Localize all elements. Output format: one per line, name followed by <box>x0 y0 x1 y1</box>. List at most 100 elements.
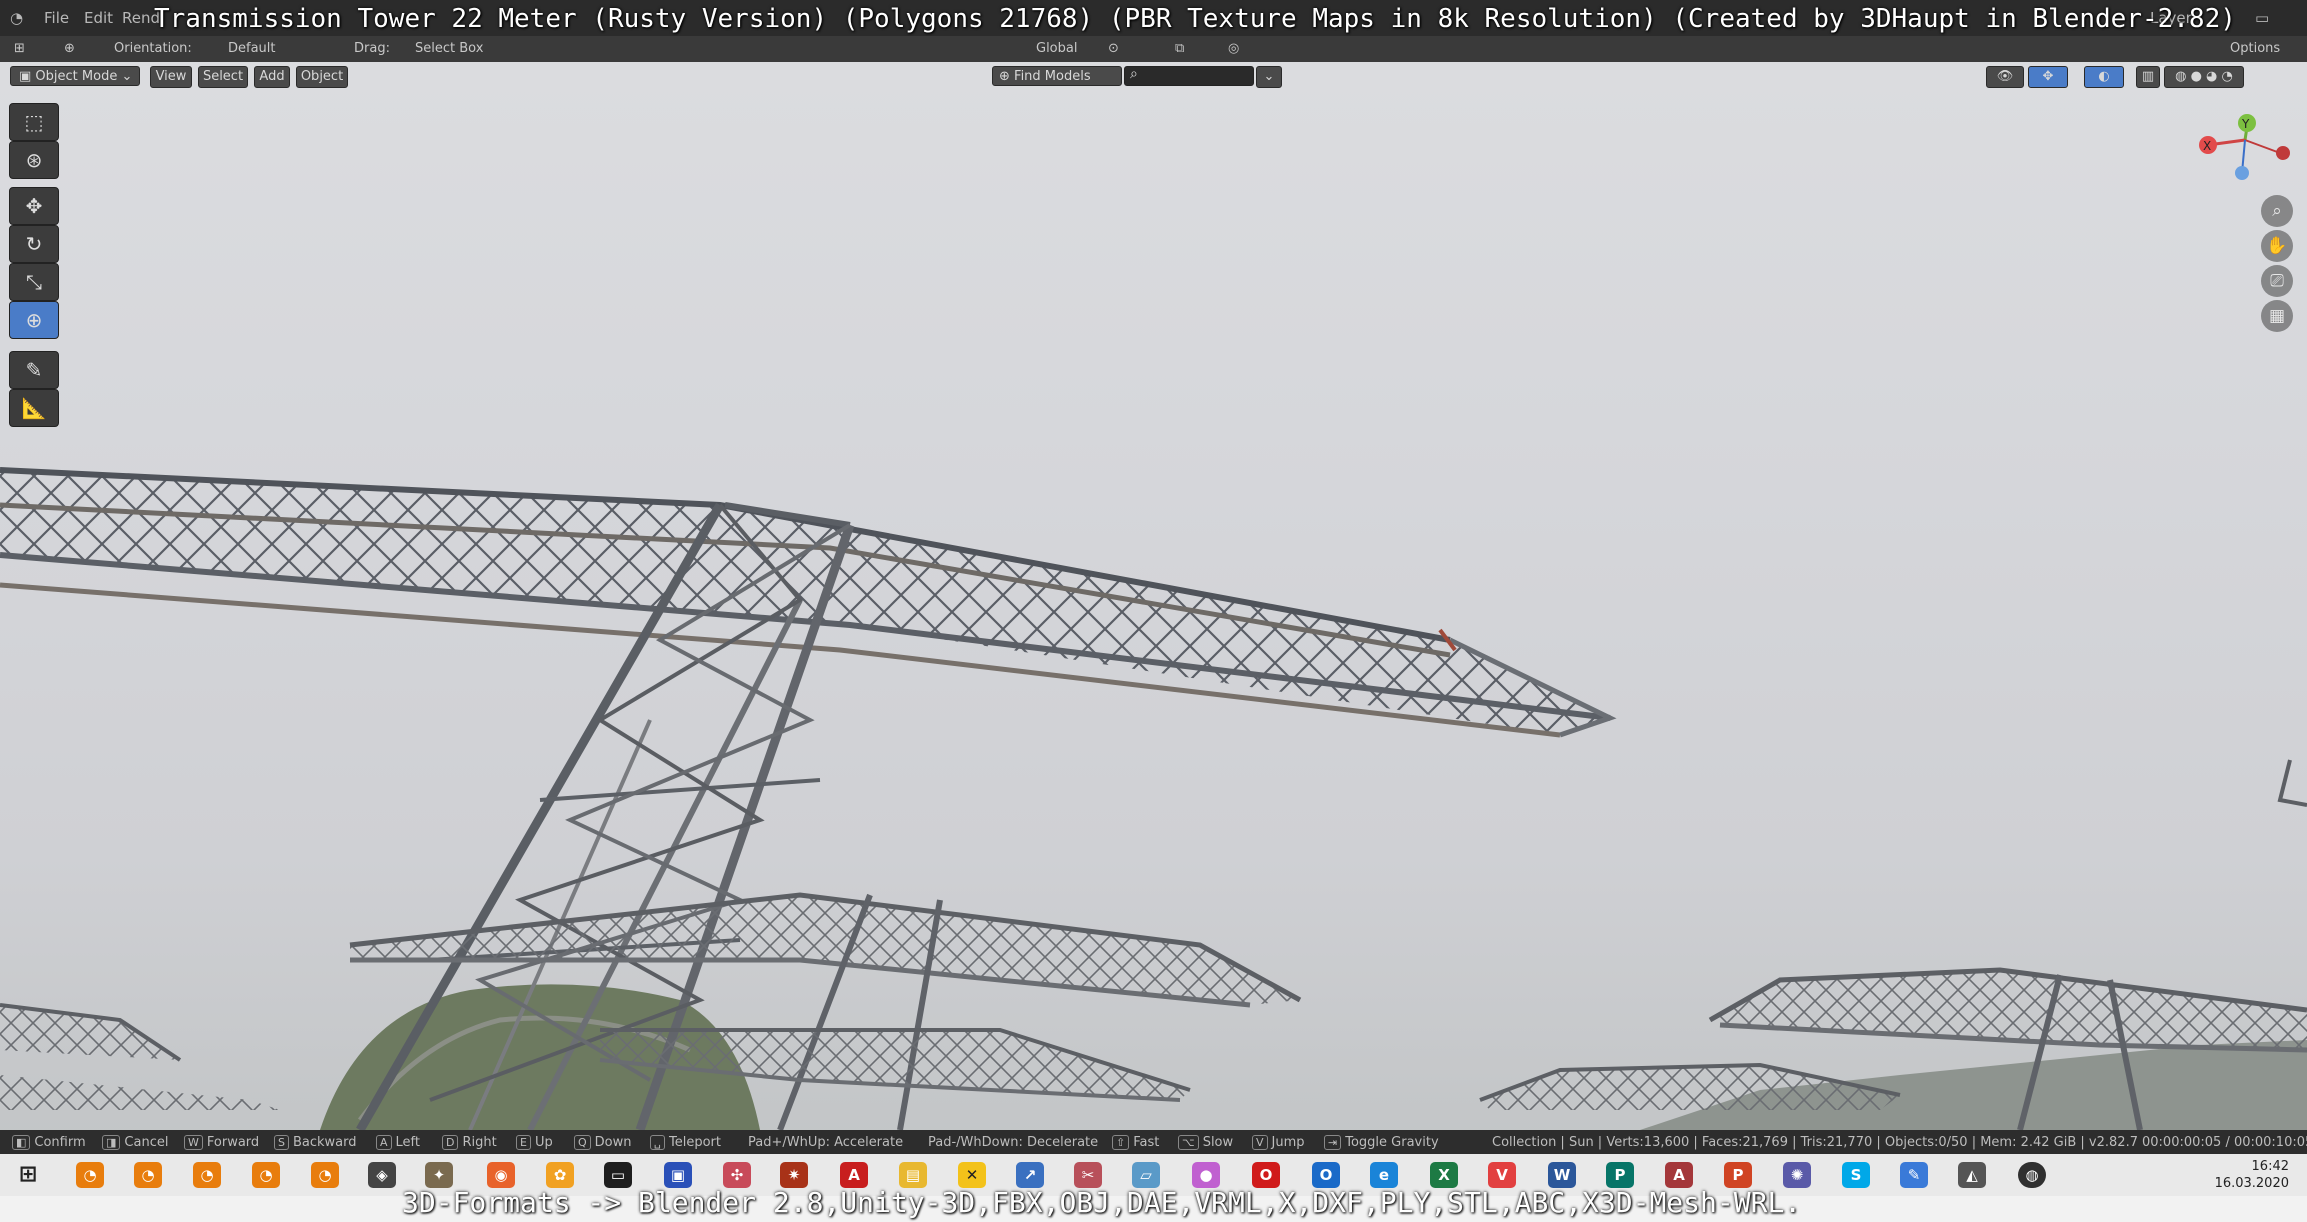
status-accelerate: Pad+/WhUp: Accelerate <box>748 1135 904 1150</box>
transform-icon[interactable]: ⊕ <box>9 301 59 339</box>
system-clock[interactable]: 16:42 16.03.2020 <box>2215 1158 2289 1192</box>
status-teleport: ␣ Teleport <box>650 1135 721 1150</box>
tool-header: ⊞ ⊕ Orientation: Default Drag: Select Bo… <box>0 36 2307 62</box>
timecode: 00:00:00:05 / 00:00:10:05 <box>2142 1135 2307 1150</box>
drag-label: Drag: <box>354 41 390 56</box>
select-menu[interactable]: Select <box>198 66 248 88</box>
camera-icon[interactable]: ⎚ <box>2261 265 2293 297</box>
powerpoint-icon[interactable]: P <box>1724 1162 1752 1188</box>
editor-type-icon[interactable]: ⊞ <box>14 41 25 56</box>
maps-icon[interactable]: ● <box>1192 1162 1220 1188</box>
grid-icon[interactable]: ▦ <box>2261 300 2293 332</box>
publisher-icon[interactable]: P <box>1606 1162 1634 1188</box>
annotate-icon[interactable]: ✎ <box>9 351 59 389</box>
pivot-icon[interactable]: ⊙ <box>1108 41 1119 56</box>
alt-key-icon: ⌥ <box>1178 1135 1199 1150</box>
measure-icon[interactable]: 📐 <box>9 389 59 427</box>
snap-icon[interactable]: ⧉ <box>1175 41 1184 56</box>
move-icon[interactable]: ✥ <box>9 187 59 225</box>
outlook-icon[interactable]: O <box>1312 1162 1340 1188</box>
search-options-chevron-icon[interactable]: ⌄ <box>1256 66 1282 88</box>
pen-icon[interactable]: ✎ <box>1900 1162 1928 1188</box>
blender-icon[interactable]: ◔ <box>134 1162 162 1188</box>
blender-logo-icon[interactable]: ◔ <box>10 9 23 27</box>
status-slow: ⌥ Slow <box>1178 1135 1233 1150</box>
network-icon[interactable]: ✣ <box>723 1162 751 1188</box>
tool-icon[interactable]: ✂ <box>1074 1162 1102 1188</box>
transform-space-dropdown[interactable]: Global <box>1036 41 1077 56</box>
acrobat-icon[interactable]: A <box>840 1162 868 1188</box>
obs-icon[interactable]: ◍ <box>2018 1162 2046 1188</box>
shading-mode-icons[interactable]: ◍ ● ◕ ◔ <box>2164 66 2244 88</box>
options-dropdown[interactable]: Options <box>2230 41 2280 56</box>
utility-icon[interactable]: ✺ <box>1783 1162 1811 1188</box>
mouse-left-icon: ◧ <box>12 1135 31 1150</box>
model-search-input[interactable] <box>1124 66 1254 86</box>
blender-icon[interactable]: ◔ <box>252 1162 280 1188</box>
overlay-toggle-icon[interactable]: ◐ <box>2084 66 2124 88</box>
opera-icon[interactable]: O <box>1252 1162 1280 1188</box>
status-cancel: ◨ Cancel <box>102 1135 168 1150</box>
select-box-icon[interactable]: ⬚ <box>9 103 59 141</box>
tower-main-arm <box>0 467 1617 738</box>
settings-icon[interactable]: ✷ <box>780 1162 808 1188</box>
firefox-icon[interactable]: ◉ <box>487 1162 515 1188</box>
scene-statistics: Collection | Sun | Verts:13,600 | Faces:… <box>1492 1135 2138 1150</box>
xampp-icon[interactable]: ✕ <box>958 1162 986 1188</box>
status-left: A Left <box>376 1135 420 1150</box>
gizmo-toggle-icon[interactable]: ✥ <box>2028 66 2068 88</box>
status-right: D Right <box>442 1135 497 1150</box>
transform-tool-icon[interactable]: ⊕ <box>64 41 75 56</box>
blender-icon[interactable]: ◔ <box>76 1162 104 1188</box>
hand-pan-icon[interactable]: ✋ <box>2261 230 2293 262</box>
blender-icon[interactable]: ◔ <box>311 1162 339 1188</box>
proportional-edit-icon[interactable]: ◎ <box>1228 41 1239 56</box>
left-toolbar: ⬚ ⊛ ✥ ↻ ⤡ ⊕ ✎ 📐 <box>9 103 59 433</box>
status-confirm: ◧ Confirm <box>12 1135 86 1150</box>
zoom-icon[interactable]: ⌕ <box>2261 195 2293 227</box>
menu-edit[interactable]: Edit <box>84 9 113 27</box>
unity-hub-icon[interactable]: ◭ <box>1958 1162 1986 1188</box>
drag-dropdown[interactable]: Select Box <box>415 41 483 56</box>
rotate-icon[interactable]: ↻ <box>9 225 59 263</box>
vivaldi-icon[interactable]: V <box>1488 1162 1516 1188</box>
status-backward: S Backward <box>274 1135 357 1150</box>
visibility-icon[interactable]: 👁 <box>1986 66 2024 88</box>
search-icon: ⌕ <box>1130 66 1138 82</box>
formats-caption: 3D-Formats -> Blender 2.8,Unity-3D,FBX,O… <box>402 1186 1802 1219</box>
menu-file[interactable]: File <box>44 9 69 27</box>
folder-icon[interactable]: ▤ <box>899 1162 927 1188</box>
object-menu[interactable]: Object <box>296 66 348 88</box>
add-menu[interactable]: Add <box>254 66 290 88</box>
status-decelerate: Pad-/WhDown: Decelerate <box>928 1135 1099 1150</box>
navigation-gizmo[interactable]: Y X <box>2190 105 2300 195</box>
terminal-icon[interactable]: ▭ <box>604 1162 632 1188</box>
3d-viewport[interactable] <box>0 0 2307 1222</box>
skype-icon[interactable]: S <box>1842 1162 1870 1188</box>
scene-render <box>0 467 2307 1133</box>
object-mode-icon: ▣ <box>19 69 36 84</box>
spacebar-icon: ␣ <box>650 1135 665 1150</box>
gimp-icon[interactable]: ✦ <box>425 1162 453 1188</box>
cursor-icon[interactable]: ⊛ <box>9 141 59 179</box>
paint-icon[interactable]: ✿ <box>546 1162 574 1188</box>
windows-start-icon[interactable]: ⊞ <box>14 1162 42 1188</box>
window-restore-icon[interactable]: ▭ <box>2255 9 2269 27</box>
edge-icon[interactable]: e <box>1370 1162 1398 1188</box>
book-icon[interactable]: ▱ <box>1132 1162 1160 1188</box>
object-mode-dropdown[interactable]: ▣ Object Mode ⌄ <box>10 66 140 86</box>
xray-icon[interactable]: ▥ <box>2136 66 2160 88</box>
blender-icon[interactable]: ◔ <box>193 1162 221 1188</box>
access-icon[interactable]: A <box>1665 1162 1693 1188</box>
status-up: E Up <box>516 1135 553 1150</box>
scale-icon[interactable]: ⤡ <box>9 263 59 301</box>
find-models-dropdown[interactable]: ⊕ Find Models <box>992 66 1122 86</box>
orientation-dropdown[interactable]: Default <box>228 41 276 56</box>
chart-icon[interactable]: ↗ <box>1016 1162 1044 1188</box>
word-icon[interactable]: W <box>1548 1162 1576 1188</box>
excel-icon[interactable]: X <box>1430 1162 1458 1188</box>
save-icon[interactable]: ▣ <box>664 1162 692 1188</box>
status-fast: ⇧ Fast <box>1112 1135 1159 1150</box>
unity-icon[interactable]: ◈ <box>368 1162 396 1188</box>
view-menu[interactable]: View <box>150 66 192 88</box>
